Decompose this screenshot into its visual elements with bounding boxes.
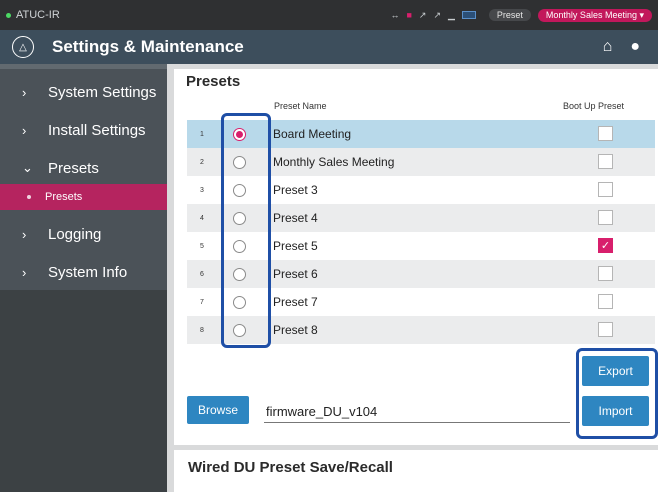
sidebar-item-system-settings[interactable]: › System Settings — [0, 75, 167, 109]
record-icon: ■ — [406, 9, 412, 20]
preset-number: 7 — [200, 298, 204, 306]
battery-icon: ▁ — [447, 9, 455, 20]
sidebar: › System Settings › Install Settings ⌄ P… — [0, 64, 167, 492]
boot-up-checkbox[interactable] — [598, 154, 613, 169]
wired-du-panel: Wired DU Preset Save/Recall — [174, 450, 658, 492]
network-icon — [461, 11, 476, 19]
sidebar-subitem-label: Presets — [45, 191, 83, 203]
column-header-boot-up: Boot Up Preset — [563, 101, 625, 111]
device-name: ATUC-IR — [16, 9, 60, 21]
sidebar-item-label: Logging — [48, 225, 102, 243]
sidebar-item-label: Presets — [48, 159, 99, 177]
preset-number: 1 — [200, 130, 204, 138]
section-title: Wired DU Preset Save/Recall — [188, 459, 393, 476]
chevron-right-icon: › — [22, 84, 27, 100]
presets-panel: Presets Preset Name Boot Up Preset 1 Boar… — [174, 69, 658, 445]
boot-up-checkbox[interactable] — [598, 210, 613, 225]
preset-number: 5 — [200, 242, 204, 250]
app-header: △ Settings & Maintenance ⌂ ● — [0, 30, 658, 64]
preset-name: Preset 7 — [273, 295, 318, 309]
user-icon[interactable]: ● — [630, 38, 640, 56]
status-bar: ATUC-IR ↔ ■ ↗ ↗ ▁ Preset Monthly Sales M… — [0, 0, 658, 30]
boot-up-checkbox[interactable] — [598, 294, 613, 309]
app-window: ATUC-IR ↔ ■ ↗ ↗ ▁ Preset Monthly Sales M… — [0, 0, 658, 492]
firmware-file-field[interactable]: firmware_DU_v104 — [264, 401, 570, 423]
preset-number: 3 — [200, 186, 204, 194]
chevron-right-icon: › — [22, 122, 27, 138]
boot-up-checkbox[interactable] — [598, 266, 613, 281]
export-import-highlight — [576, 348, 658, 439]
section-title: Presets — [186, 73, 241, 90]
sidebar-item-label: System Info — [48, 263, 128, 281]
status-icons: ↔ ■ ↗ ↗ ▁ Preset Monthly Sales Meeting ▾ — [390, 8, 652, 22]
preset-number: 2 — [200, 158, 204, 166]
connection-status-icon — [6, 12, 11, 18]
sidebar-item-logging[interactable]: › Logging — [0, 217, 167, 251]
wireless-signal-icon: ↗ — [433, 9, 441, 20]
usb-icon: ↔ — [390, 9, 400, 20]
chevron-right-icon: › — [22, 264, 27, 280]
sidebar-item-presets[interactable]: ⌄ Presets — [0, 151, 167, 185]
preset-name: Monthly Sales Meeting — [273, 155, 395, 169]
preset-name: Preset 5 — [273, 239, 318, 253]
boot-up-checkbox[interactable] — [598, 322, 613, 337]
preset-name: Preset 4 — [273, 211, 318, 225]
home-icon[interactable]: ⌂ — [603, 38, 613, 56]
preset-number: 6 — [200, 270, 204, 278]
sidebar-item-label: System Settings — [48, 83, 157, 101]
sidebar-item-system-info[interactable]: › System Info — [0, 255, 167, 289]
bullet-icon — [27, 195, 31, 199]
sidebar-item-install-settings[interactable]: › Install Settings — [0, 113, 167, 147]
wireless-mic-icon: ↗ — [418, 9, 427, 20]
preset-name: Preset 6 — [273, 267, 318, 281]
preset-status-label: Preset — [488, 9, 531, 21]
column-header-preset-name: Preset Name — [274, 101, 327, 111]
sidebar-nav: › System Settings › Install Settings ⌄ P… — [0, 64, 167, 290]
sidebar-item-label: Install Settings — [48, 121, 146, 139]
sidebar-subitem-presets[interactable]: Presets — [0, 184, 167, 210]
boot-up-checkbox[interactable]: ✓ — [598, 238, 613, 253]
preset-name: Preset 8 — [273, 323, 318, 337]
preset-name: Preset 3 — [273, 183, 318, 197]
page-title: Settings & Maintenance — [52, 37, 244, 56]
chevron-down-icon: ⌄ — [22, 160, 33, 175]
boot-up-checkbox[interactable] — [598, 182, 613, 197]
boot-up-checkbox[interactable] — [598, 126, 613, 141]
preset-name: Board Meeting — [273, 127, 352, 141]
browse-button[interactable]: Browse — [187, 396, 249, 424]
current-preset-dropdown[interactable]: Monthly Sales Meeting ▾ — [537, 8, 652, 22]
preset-number: 4 — [200, 214, 204, 222]
chevron-right-icon: › — [22, 226, 27, 242]
brand-logo-icon: △ — [12, 36, 34, 58]
preset-number: 8 — [200, 326, 204, 334]
radio-column-highlight — [221, 113, 271, 348]
